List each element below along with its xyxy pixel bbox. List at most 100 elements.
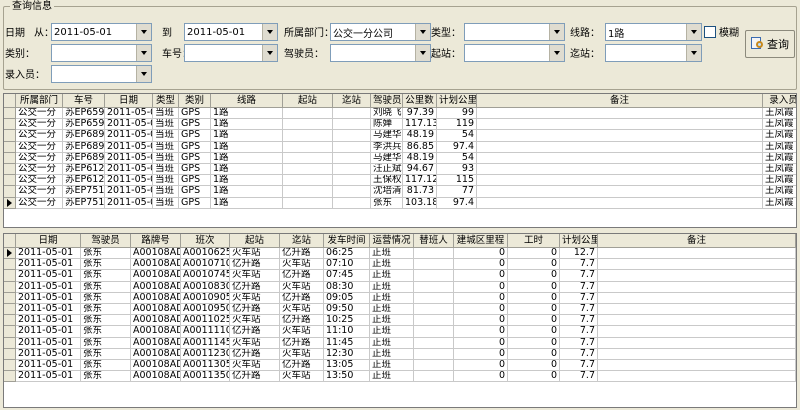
duty-grid-cell[interactable]: GPS xyxy=(179,152,211,164)
row-indicator[interactable] xyxy=(4,141,16,153)
date-to-picker[interactable]: 2011-05-01 xyxy=(184,23,278,41)
trip-grid-cell[interactable]: 张东 xyxy=(81,292,131,304)
duty-grid-row[interactable]: 公交一分苏EP61202011-05-01当班GPS1路 王保权117.12115… xyxy=(4,175,796,187)
duty-grid-cell[interactable]: 86.85 xyxy=(403,141,437,153)
duty-grid-cell[interactable]: 94.67 xyxy=(403,163,437,176)
trip-grid-cell[interactable] xyxy=(414,359,454,372)
trip-grid-cell[interactable]: 12:30 xyxy=(324,348,370,360)
duty-grid-cell[interactable]: 苏EP7511 xyxy=(63,197,105,209)
duty-grid-row[interactable]: 公交一分苏EP65932011-05-01当班GPS1路 刘晓飞97.3999 王凤… xyxy=(4,108,796,120)
trip-grid-cell[interactable]: 08:30 xyxy=(324,281,370,293)
duty-grid-cell[interactable]: 97.4 xyxy=(437,197,477,209)
trip-grid-cell[interactable]: 亿升路 xyxy=(230,371,280,383)
duty-grid-cell[interactable]: 苏EP6898 xyxy=(63,141,105,153)
duty-grid-cell[interactable] xyxy=(333,197,371,209)
chevron-down-icon[interactable] xyxy=(262,45,277,61)
trip-grid-cell[interactable]: 正班 xyxy=(370,303,414,316)
row-indicator[interactable] xyxy=(4,348,16,360)
duty-grid-cell[interactable] xyxy=(283,175,333,187)
duty-grid-cell[interactable] xyxy=(333,163,371,176)
trip-grid-cell[interactable]: 亿升路 xyxy=(280,292,324,304)
duty-grid-cell[interactable]: 当班 xyxy=(153,175,179,187)
trip-grid-cell[interactable]: 亿升路 xyxy=(230,348,280,360)
trip-grid-cell[interactable]: 火车站 xyxy=(230,337,280,349)
duty-grid-cell[interactable]: GPS xyxy=(179,175,211,187)
trip-grid-cell[interactable]: 正班 xyxy=(370,248,414,260)
trip-grid-cell[interactable]: 火车站 xyxy=(280,303,324,316)
trip-grid-cell[interactable]: 7.7 xyxy=(560,303,598,316)
trip-grid-column-header[interactable]: 日期 xyxy=(16,234,81,248)
duty-grid-cell[interactable] xyxy=(283,163,333,176)
duty-grid-cell[interactable]: 54 xyxy=(437,152,477,164)
duty-grid-cell[interactable]: 当班 xyxy=(153,163,179,176)
trip-grid-row[interactable]: 2011-05-01 张东 A00108AD A0011110 亿升路 火车站 11:10 正… xyxy=(4,326,796,338)
driver-select[interactable] xyxy=(330,44,431,62)
row-indicator[interactable] xyxy=(4,163,16,176)
trip-grid-cell[interactable]: 7.7 xyxy=(560,259,598,271)
duty-grid-cell[interactable]: 1路 xyxy=(211,197,283,209)
trip-details-grid[interactable]: 日期 驾驶员 路牌号 班次 起站 迄站 发车时间 运营情况 替班人 建城区里程 工时 计划公里 备注 20… xyxy=(3,233,797,408)
trip-grid-cell[interactable]: 亿升路 xyxy=(230,281,280,293)
duty-grid-cell[interactable]: 当班 xyxy=(153,119,179,131)
trip-grid-cell[interactable]: A0010905 xyxy=(181,292,230,304)
trip-grid-cell[interactable]: A00108AD xyxy=(131,281,181,293)
trip-grid-cell[interactable]: 2011-05-01 xyxy=(16,303,81,316)
duty-grid-cell[interactable]: 48.19 xyxy=(403,130,437,142)
trip-grid-row[interactable]: 2011-05-01 张东 A00108AD A0010830 亿升路 火车站 08:30 正… xyxy=(4,281,796,293)
trip-grid-cell[interactable]: 张东 xyxy=(81,359,131,372)
end-station-select[interactable] xyxy=(605,44,702,62)
duty-grid-column-header[interactable]: 类型 xyxy=(153,94,179,108)
trip-grid-cell[interactable]: 0 xyxy=(508,359,560,372)
trip-grid-row[interactable]: 2011-05-01 张东 A00108AD A0010710 亿升路 火车站 07:10 正… xyxy=(4,259,796,271)
duty-grid-column-header[interactable]: 所属部门 xyxy=(16,94,63,108)
trip-grid-cell[interactable]: 火车站 xyxy=(230,248,280,260)
trip-grid-cell[interactable] xyxy=(598,326,796,338)
trip-grid-column-header[interactable]: 发车时间 xyxy=(324,234,370,248)
row-indicator[interactable] xyxy=(4,281,16,293)
trip-grid-cell[interactable]: 亿升路 xyxy=(280,315,324,327)
trip-grid-cell[interactable]: A0011350 xyxy=(181,371,230,383)
duty-grid-cell[interactable] xyxy=(333,130,371,142)
trip-grid-cell[interactable]: A0010950 xyxy=(181,303,230,316)
trip-grid-column-header[interactable]: 运营情况 xyxy=(370,234,414,248)
duty-grid-cell[interactable]: 王凤霞 xyxy=(763,119,796,131)
trip-grid-cell[interactable] xyxy=(598,359,796,372)
trip-grid-cell[interactable] xyxy=(598,281,796,293)
duty-grid-cell[interactable]: 当班 xyxy=(153,152,179,164)
trip-grid-cell[interactable]: 7.7 xyxy=(560,315,598,327)
trip-grid-cell[interactable]: 0 xyxy=(508,281,560,293)
duty-grid-cell[interactable]: 2011-05-01 xyxy=(105,130,153,142)
duty-grid-cell[interactable]: 王凤霞 xyxy=(763,175,796,187)
trip-grid-row[interactable]: 2011-05-01 张东 A00108AD A0011145 火车站 亿升路 11:45 正… xyxy=(4,337,796,349)
duty-grid-cell[interactable]: 117.13 xyxy=(403,119,437,131)
trip-grid-cell[interactable]: 7.7 xyxy=(560,359,598,372)
row-indicator[interactable] xyxy=(4,119,16,131)
row-indicator[interactable] xyxy=(4,371,16,383)
duty-grid-cell[interactable]: 公交一分 xyxy=(16,130,63,142)
duty-grid-cell[interactable]: 1路 xyxy=(211,175,283,187)
trip-grid-cell[interactable]: 0 xyxy=(508,248,560,260)
trip-grid-row[interactable]: 2011-05-01 张东 A00108AD A0011350 亿升路 火车站 13:50 正… xyxy=(4,371,796,383)
entry-clerk-select[interactable] xyxy=(51,65,152,83)
duty-grid-column-header[interactable]: 车号 xyxy=(63,94,105,108)
trip-grid-cell[interactable]: 张东 xyxy=(81,315,131,327)
chevron-down-icon[interactable] xyxy=(136,45,151,61)
duty-grid-row[interactable]: 公交一分苏EP61202011-05-01当班GPS1路 汪正斌94.6793 王凤… xyxy=(4,163,796,176)
duty-grid-row[interactable]: 公交一分苏EP68982011-05-01当班GPS1路 李洪兵86.8597.4… xyxy=(4,141,796,153)
chevron-down-icon[interactable] xyxy=(549,45,564,61)
type-select[interactable] xyxy=(464,23,565,41)
duty-grid-cell[interactable]: 张东 xyxy=(371,197,403,209)
trip-grid-cell[interactable]: 7.7 xyxy=(560,292,598,304)
duty-grid-cell[interactable] xyxy=(477,141,763,153)
chevron-down-icon[interactable] xyxy=(686,45,701,61)
duty-grid-cell[interactable]: 2011-05-01 xyxy=(105,163,153,176)
trip-grid-cell[interactable]: 0 xyxy=(454,303,508,316)
trip-grid-cell[interactable] xyxy=(414,270,454,282)
duty-grid-cell[interactable] xyxy=(283,152,333,164)
duty-grid-cell[interactable] xyxy=(477,108,763,120)
duty-grid-cell[interactable]: GPS xyxy=(179,119,211,131)
row-indicator[interactable] xyxy=(4,130,16,142)
trip-grid-cell[interactable]: A00108AD xyxy=(131,270,181,282)
dept-select[interactable]: 公交一分公司 xyxy=(330,23,431,41)
trip-grid-cell[interactable]: A0011230 xyxy=(181,348,230,360)
